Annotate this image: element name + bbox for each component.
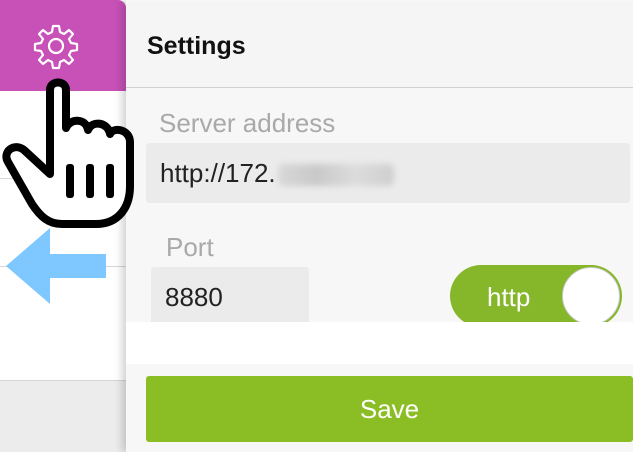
toggle-knob xyxy=(562,267,620,325)
server-address-value: http://172. xyxy=(160,158,276,188)
sidebar-footer xyxy=(0,380,126,452)
redacted-text xyxy=(277,164,394,187)
port-input[interactable]: 8880 xyxy=(151,267,309,327)
protocol-toggle-label: http xyxy=(487,282,531,312)
arrow-left-icon[interactable] xyxy=(6,228,106,304)
server-address-input[interactable]: http://172. xyxy=(146,143,630,203)
port-label: Port xyxy=(166,232,214,262)
hand-pointer-icon xyxy=(2,78,134,228)
header: Settings xyxy=(126,2,633,88)
port-value: 8880 xyxy=(165,282,223,312)
gear-icon xyxy=(33,24,79,70)
server-address-label: Server address xyxy=(159,108,336,138)
page-title: Settings xyxy=(147,32,246,60)
settings-panel: Settings Server address http://172. Port… xyxy=(126,0,633,452)
image-smear xyxy=(126,322,633,364)
protocol-toggle[interactable]: http xyxy=(450,265,622,327)
save-button[interactable]: Save xyxy=(146,376,633,442)
